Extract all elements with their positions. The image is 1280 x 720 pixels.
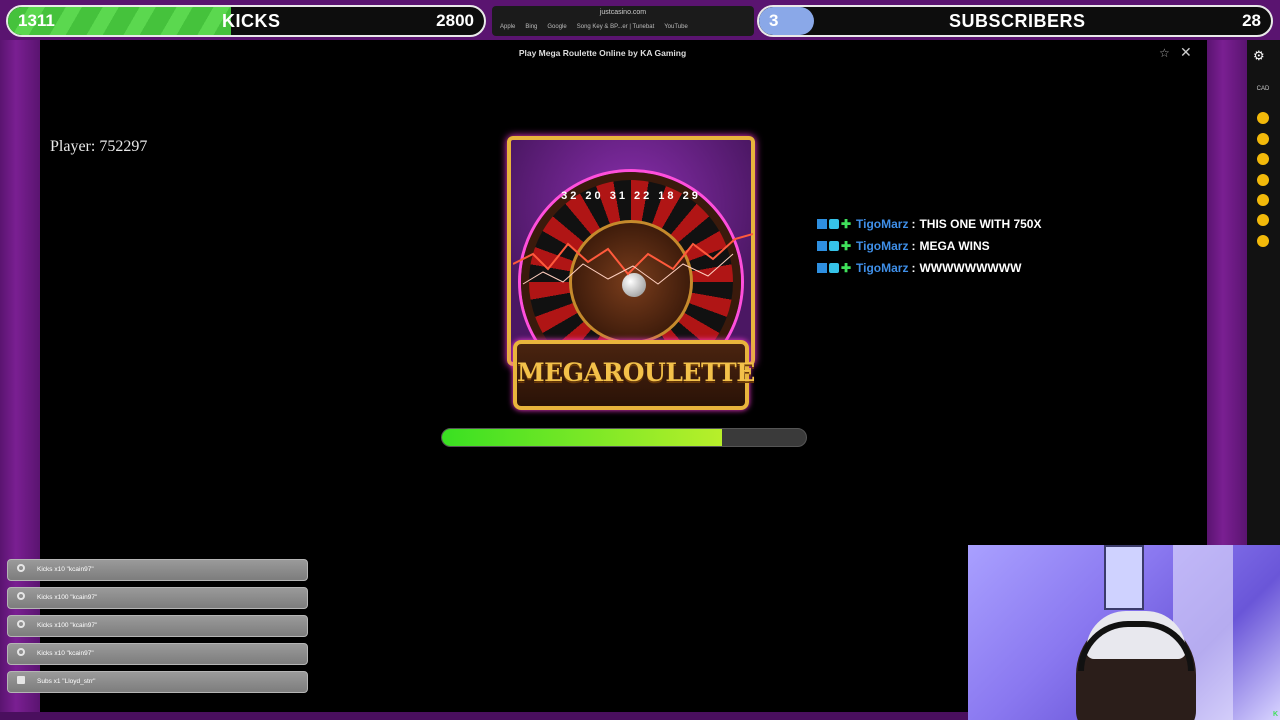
lightning-icon [513, 233, 753, 285]
chat-username[interactable]: TigoMarz [856, 217, 908, 231]
alert-item: Kicks x100 "kcain97" [7, 587, 308, 609]
coin-icon[interactable] [1257, 194, 1269, 206]
loading-progress-bar [441, 428, 807, 447]
mega-roulette-logo: 32 20 31 22 18 29 MEGAROULETTE [503, 134, 759, 414]
url-bar[interactable]: justcasino.com [492, 9, 754, 16]
badge-icon [829, 219, 839, 229]
bookmarks-bar: Apple Bing Google Song Key & BP...er | T… [500, 24, 688, 30]
close-icon[interactable]: ✕ [1180, 44, 1192, 61]
wheel-numbers: 32 20 31 22 18 29 [561, 190, 701, 202]
chat-message: ✚ TigoMarz : WWWWWWWWW [817, 257, 1041, 279]
badge-icon [829, 263, 839, 273]
kick-icon [17, 648, 25, 656]
bookmark-apple[interactable]: Apple [500, 24, 515, 30]
alert-text: Kicks x100 "kcain97" [37, 622, 98, 629]
subscribers-goal-fill [759, 7, 814, 35]
subscribers-goal-target: 28 [1242, 11, 1261, 30]
subscribers-goal-current: 3 [769, 11, 779, 30]
webcam-background-frame [1104, 545, 1144, 610]
chat-text: WWWWWWWWW [919, 261, 1022, 275]
currency-label[interactable]: CAD [1250, 86, 1276, 92]
bookmark-google[interactable]: Google [547, 24, 566, 30]
kick-icon [17, 620, 25, 628]
chat-text: MEGA WINS [919, 239, 990, 253]
favorite-star-icon[interactable]: ☆ [1159, 46, 1170, 60]
chat-badges: ✚ [817, 239, 852, 253]
coin-icon[interactable] [1257, 133, 1269, 145]
alert-item: Subs x1 "Lloyd_strr" [7, 671, 308, 693]
chat-username[interactable]: TigoMarz [856, 261, 908, 275]
alert-text: Kicks x100 "kcain97" [37, 594, 98, 601]
coin-icon[interactable] [1257, 214, 1269, 226]
browser-address-area: justcasino.com Apple Bing Google Song Ke… [492, 6, 754, 36]
coin-icon[interactable] [1257, 174, 1269, 186]
badge-icon [817, 263, 827, 273]
plus-badge-icon: ✚ [841, 261, 852, 275]
plus-badge-icon: ✚ [841, 239, 852, 253]
chat-badges: ✚ [817, 217, 852, 231]
kicks-goal-target: 2800 [436, 11, 474, 30]
coin-icon[interactable] [1257, 235, 1269, 247]
alert-item: Kicks x100 "kcain97" [7, 615, 308, 637]
webcam-feed: K [968, 545, 1280, 720]
kicks-goal-bar: 1311 KICKS 2800 [6, 5, 486, 37]
chat-username[interactable]: TigoMarz [856, 239, 908, 253]
chat-message: ✚ TigoMarz : THIS ONE WITH 750X [817, 213, 1041, 235]
alert-item: Kicks x10 "kcain97" [7, 643, 308, 665]
loading-progress-fill [442, 429, 723, 446]
bookmark-tunebat[interactable]: Song Key & BP...er | Tunebat [577, 24, 655, 30]
chat-message: ✚ TigoMarz : MEGA WINS [817, 235, 1041, 257]
player-label: Player: 752297 [50, 138, 148, 155]
coin-icon[interactable] [1257, 112, 1269, 124]
badge-icon [817, 219, 827, 229]
kick-logo-icon: K [1272, 711, 1278, 718]
alert-feed: Kicks x10 "kcain97" Kicks x100 "kcain97"… [7, 559, 308, 699]
alert-item: Kicks x10 "kcain97" [7, 559, 308, 581]
kicks-goal-current: 1311 [18, 11, 55, 30]
logo-plate: MEGAROULETTE [513, 340, 755, 410]
kick-icon [17, 592, 25, 600]
chat-separator: : [911, 217, 916, 231]
chat-badges: ✚ [817, 261, 852, 275]
settings-gear-icon[interactable]: ⚙ [1253, 48, 1265, 64]
coin-icon[interactable] [1257, 153, 1269, 165]
plus-badge-icon: ✚ [841, 217, 852, 231]
badge-icon [817, 241, 827, 251]
chat-separator: : [911, 239, 916, 253]
alert-text: Kicks x10 "kcain97" [37, 650, 94, 657]
bookmark-bing[interactable]: Bing [525, 24, 537, 30]
badge-icon [829, 241, 839, 251]
game-title: Play Mega Roulette Online by KA Gaming [518, 48, 687, 58]
chat-separator: : [911, 261, 916, 275]
gift-icon [17, 676, 25, 684]
bookmark-youtube[interactable]: YouTube [664, 24, 688, 30]
logo-text: MEGAROULETTE [517, 358, 755, 387]
chat-overlay: ✚ TigoMarz : THIS ONE WITH 750X ✚ TigoMa… [817, 213, 1041, 279]
subscribers-goal-label: SUBSCRIBERS [949, 11, 1086, 31]
chat-text: THIS ONE WITH 750X [919, 217, 1042, 231]
kick-icon [17, 564, 25, 572]
alert-text: Kicks x10 "kcain97" [37, 566, 94, 573]
subscribers-goal-bar: 3 SUBSCRIBERS 28 [757, 5, 1273, 37]
alert-text: Subs x1 "Lloyd_strr" [37, 678, 96, 685]
kicks-goal-label: KICKS [222, 11, 281, 31]
